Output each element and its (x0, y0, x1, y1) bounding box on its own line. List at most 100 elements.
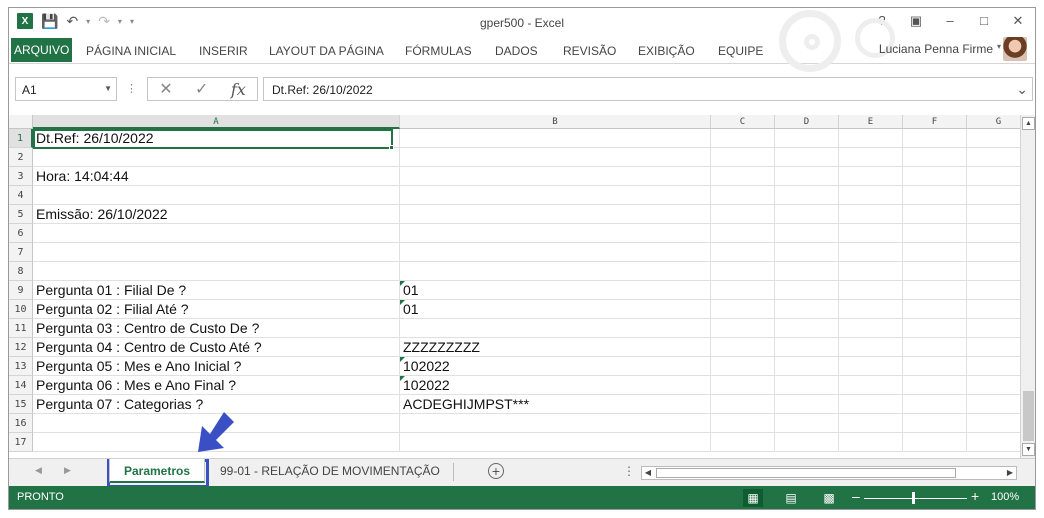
cell-b9[interactable]: 01 (400, 281, 711, 300)
cell-b11[interactable] (400, 319, 711, 338)
scroll-up-icon[interactable]: ▲ (1022, 117, 1035, 130)
cell-c11[interactable] (711, 319, 775, 338)
redo-icon[interactable]: ↷ (98, 13, 110, 29)
cell-e17[interactable] (839, 433, 903, 452)
column-header-f[interactable]: F (903, 115, 967, 129)
save-icon[interactable]: 💾 (41, 13, 58, 29)
cell-c9[interactable] (711, 281, 775, 300)
cell-d17[interactable] (775, 433, 839, 452)
row-header[interactable]: 11 (9, 319, 33, 338)
column-header-d[interactable]: D (775, 115, 839, 129)
cell-a4[interactable] (33, 186, 400, 205)
cell-f16[interactable] (903, 414, 967, 433)
row-header[interactable]: 10 (9, 300, 33, 319)
cell-c12[interactable] (711, 338, 775, 357)
page-layout-view-icon[interactable]: ▤ (781, 489, 801, 507)
cell-d4[interactable] (775, 186, 839, 205)
cell-d8[interactable] (775, 262, 839, 281)
cell-c6[interactable] (711, 224, 775, 243)
cell-e1[interactable] (839, 129, 903, 148)
cell-b14[interactable]: 102022 (400, 376, 711, 395)
cell-g4[interactable] (967, 186, 1020, 205)
cell-c5[interactable] (711, 205, 775, 224)
column-header-b[interactable]: B (400, 115, 711, 129)
previous-sheet-icon[interactable]: ◀ (35, 465, 42, 476)
cell-g14[interactable] (967, 376, 1020, 395)
cell-e6[interactable] (839, 224, 903, 243)
cell-f1[interactable] (903, 129, 967, 148)
cell-d5[interactable] (775, 205, 839, 224)
cell-b16[interactable] (400, 414, 711, 433)
cell-b1[interactable] (400, 129, 711, 148)
cell-a10[interactable]: Pergunta 02 : Filial Até ? (33, 300, 400, 319)
row-header[interactable]: 5 (9, 205, 33, 224)
cell-g9[interactable] (967, 281, 1020, 300)
cell-g5[interactable] (967, 205, 1020, 224)
horizontal-scroll-thumb[interactable] (656, 468, 956, 478)
row-header[interactable]: 15 (9, 395, 33, 414)
cell-g15[interactable] (967, 395, 1020, 414)
redo-dropdown-icon[interactable]: ▾ (118, 17, 122, 26)
cell-e12[interactable] (839, 338, 903, 357)
cell-f11[interactable] (903, 319, 967, 338)
cell-g13[interactable] (967, 357, 1020, 376)
cell-b5[interactable] (400, 205, 711, 224)
cell-b15[interactable]: ACDEGHIJMPST*** (400, 395, 711, 414)
cell-g11[interactable] (967, 319, 1020, 338)
cell-e3[interactable] (839, 167, 903, 186)
cell-d13[interactable] (775, 357, 839, 376)
undo-icon[interactable]: ↶ (66, 13, 78, 29)
cell-e15[interactable] (839, 395, 903, 414)
cell-f6[interactable] (903, 224, 967, 243)
tab-dados[interactable]: DADOS (495, 41, 538, 61)
normal-view-icon[interactable]: ▦ (743, 489, 763, 507)
cell-c16[interactable] (711, 414, 775, 433)
cell-g2[interactable] (967, 148, 1020, 167)
cell-c2[interactable] (711, 148, 775, 167)
row-header[interactable]: 16 (9, 414, 33, 433)
fill-handle[interactable] (389, 145, 394, 150)
tab-exibicao[interactable]: EXIBIÇÃO (638, 41, 695, 61)
cell-c15[interactable] (711, 395, 775, 414)
cell-g1[interactable] (967, 129, 1020, 148)
zoom-slider-thumb[interactable] (912, 492, 915, 504)
cell-g6[interactable] (967, 224, 1020, 243)
cell-e10[interactable] (839, 300, 903, 319)
row-header[interactable]: 17 (9, 433, 33, 452)
cell-c17[interactable] (711, 433, 775, 452)
cell-d1[interactable] (775, 129, 839, 148)
cell-e16[interactable] (839, 414, 903, 433)
chevron-down-icon[interactable]: ▼ (104, 84, 112, 93)
user-name[interactable]: Luciana Penna Firme (879, 42, 993, 56)
cell-a5[interactable]: Emissão: 26/10/2022 (33, 205, 400, 224)
cell-a13[interactable]: Pergunta 05 : Mes e Ano Inicial ? (33, 357, 400, 376)
row-header[interactable]: 2 (9, 148, 33, 167)
cell-e11[interactable] (839, 319, 903, 338)
cell-f8[interactable] (903, 262, 967, 281)
cell-d11[interactable] (775, 319, 839, 338)
cell-f3[interactable] (903, 167, 967, 186)
cell-a3[interactable]: Hora: 14:04:44 (33, 167, 400, 186)
cell-g3[interactable] (967, 167, 1020, 186)
cell-a2[interactable] (33, 148, 400, 167)
cell-b6[interactable] (400, 224, 711, 243)
maximize-icon[interactable]: □ (975, 12, 993, 30)
row-header[interactable]: 4 (9, 186, 33, 205)
cell-f14[interactable] (903, 376, 967, 395)
avatar[interactable] (1003, 37, 1027, 61)
cell-a14[interactable]: Pergunta 06 : Mes e Ano Final ? (33, 376, 400, 395)
cell-b13[interactable]: 102022 (400, 357, 711, 376)
row-header[interactable]: 13 (9, 357, 33, 376)
enter-check-icon[interactable]: ✓ (195, 79, 208, 99)
cell-e7[interactable] (839, 243, 903, 262)
excel-logo-icon[interactable]: X (17, 13, 33, 29)
cell-e9[interactable] (839, 281, 903, 300)
cell-e5[interactable] (839, 205, 903, 224)
cell-e2[interactable] (839, 148, 903, 167)
cell-d3[interactable] (775, 167, 839, 186)
cell-f12[interactable] (903, 338, 967, 357)
ribbon-display-options-icon[interactable]: ▣ (907, 12, 925, 30)
formula-input[interactable]: Dt.Ref: 26/10/2022 ⌄ (263, 77, 1033, 101)
tab-equipe[interactable]: EQUIPE (718, 41, 763, 61)
cell-g17[interactable] (967, 433, 1020, 452)
